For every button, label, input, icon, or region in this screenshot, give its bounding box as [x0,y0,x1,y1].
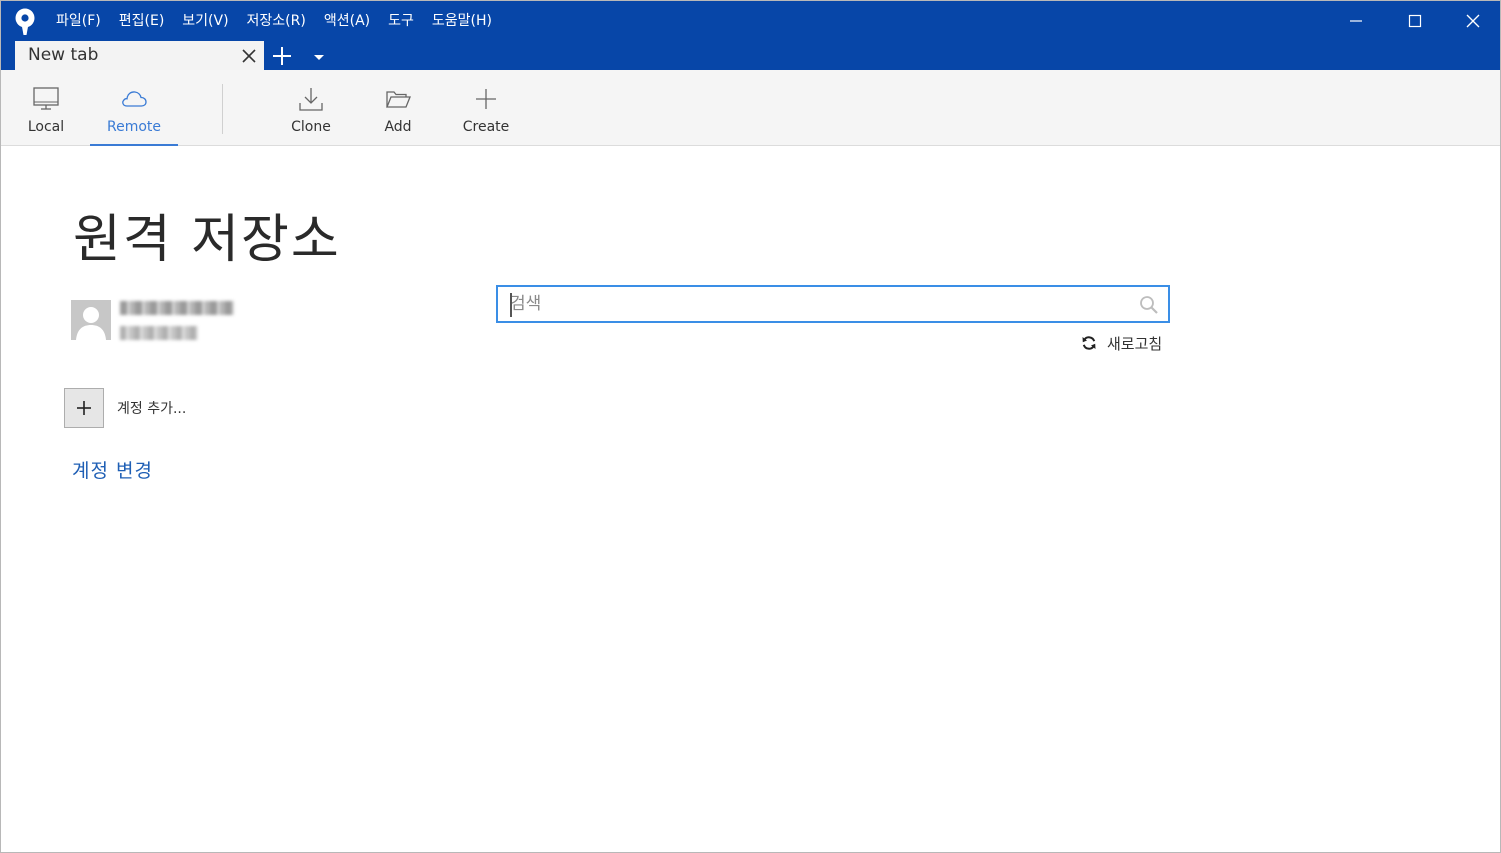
maximize-button[interactable] [1386,1,1444,41]
toolbar-local-label: Local [27,119,65,135]
tab-new-tab[interactable]: New tab [15,41,264,70]
toolbar-create-label: Create [462,119,510,135]
refresh-icon [1082,336,1096,350]
close-icon [1466,14,1480,28]
account-username-redacted [120,301,234,315]
page-title: 원격 저장소 [73,210,341,270]
change-account-link[interactable]: 계정 변경 [72,456,153,483]
plus-icon [476,89,496,109]
add-account-button[interactable] [64,388,104,428]
account-info [120,301,235,343]
toolbar-remote-label: Remote [106,119,162,135]
toolbar-clone-button[interactable]: Clone [283,70,339,146]
text-caret [510,293,512,317]
plus-icon [77,401,91,415]
menu-edit[interactable]: 편집(E) [110,1,174,41]
refresh-label: 새로고침 [1107,334,1163,353]
menu-file[interactable]: 파일(F) [47,1,110,41]
toolbar-add-label: Add [384,119,412,135]
cloud-icon [122,91,147,107]
tab-close-icon[interactable] [240,47,258,65]
new-tab-plus-icon[interactable] [271,45,293,67]
title-bar: 파일(F) 편집(E) 보기(V) 저장소(R) 액션(A) 도구 도움말(H)… [1,1,1500,70]
toolbar-local-button[interactable]: Local [21,70,71,146]
app-window: 파일(F) 편집(E) 보기(V) 저장소(R) 액션(A) 도구 도움말(H)… [0,0,1501,853]
toolbar-remote-button[interactable]: Remote [90,70,178,146]
add-account-label[interactable]: 계정 추가... [117,398,186,418]
maximize-icon [1408,14,1422,28]
search-box[interactable] [496,285,1170,323]
search-icon[interactable] [1138,294,1160,316]
menu-repository[interactable]: 저장소(R) [238,1,315,41]
app-logo-icon [15,8,35,35]
toolbar-add-button[interactable]: Add [371,70,425,146]
menu-help[interactable]: 도움말(H) [423,1,501,41]
download-icon [299,88,323,111]
toolbar-create-button[interactable]: Create [456,70,516,146]
monitor-icon [33,87,59,110]
close-window-button[interactable] [1444,1,1501,41]
folder-open-icon [386,91,411,108]
toolbar-clone-label: Clone [291,119,331,135]
account-host-redacted [120,326,198,340]
user-avatar-icon [71,300,111,340]
menu-tools[interactable]: 도구 [379,1,423,41]
minimize-button[interactable] [1327,1,1385,41]
menu-bar: 파일(F) 편집(E) 보기(V) 저장소(R) 액션(A) 도구 도움말(H) [47,1,501,41]
menu-actions[interactable]: 액션(A) [315,1,379,41]
tab-dropdown-icon[interactable] [311,51,327,63]
account-avatar [71,300,111,340]
search-input[interactable] [510,291,1120,317]
toolbar: Local Remote Clone Add Create [1,70,1500,146]
toolbar-divider [222,84,223,134]
tab-label: New tab [28,45,99,65]
menu-view[interactable]: 보기(V) [173,1,237,41]
minimize-icon [1350,20,1362,22]
refresh-button[interactable]: 새로고침 [1081,332,1162,354]
